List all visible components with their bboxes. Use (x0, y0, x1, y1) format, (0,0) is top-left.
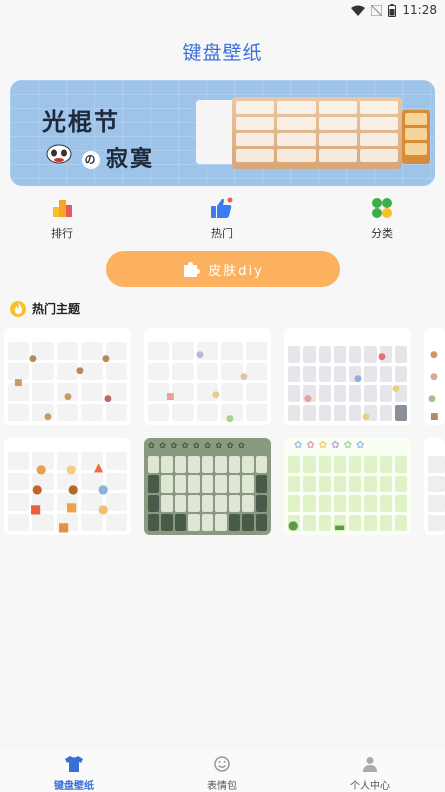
theme-thumbnail[interactable]: ✿ ✿ ✿ ✿ ✿ ✿ ✿ ✿ ✿ (144, 438, 271, 535)
theme-thumbnail[interactable]: ● ● ● ■ ● ● ● (4, 328, 131, 425)
battery-icon (388, 3, 397, 17)
nav-item-keyboard-wallpaper[interactable]: 键盘壁纸 (34, 756, 114, 792)
skin-diy-button[interactable]: 皮肤diy (106, 251, 340, 287)
thumbs-up-icon (211, 197, 233, 218)
nav-item-profile[interactable]: 个人中心 (330, 756, 410, 792)
wifi-icon (351, 5, 366, 16)
tshirt-icon (65, 756, 83, 772)
theme-thumbnail[interactable]: ● ● ▲ ● ● ● ■ ■ ● ■ (4, 438, 131, 535)
nav-label: 键盘壁纸 (54, 781, 94, 792)
puzzle-icon (184, 262, 201, 277)
status-time: 11:28 (402, 3, 437, 17)
nav-label: 表情包 (207, 781, 237, 792)
status-icons: 11:28 (351, 3, 437, 17)
category-label: 热门 (211, 227, 233, 240)
category-ranking[interactable]: 排行 (32, 196, 92, 241)
theme-thumbnail[interactable]: ● ● ■ ● ● (144, 328, 271, 425)
ranking-icon (53, 200, 72, 217)
skin-diy-label: 皮肤diy (208, 263, 264, 279)
smiley-icon (214, 756, 230, 772)
section-header: 热门主题 (10, 300, 80, 317)
category-label: 排行 (51, 227, 73, 240)
theme-thumbnail[interactable] (424, 438, 445, 535)
category-classify[interactable]: 分类 (352, 196, 412, 241)
theme-thumbnail[interactable]: ● ● ● ● ● (284, 328, 411, 425)
banner-keyboard-preview (232, 97, 402, 169)
panda-illustration (46, 144, 72, 164)
banner-card-preview (196, 100, 236, 164)
signal-icon (371, 4, 383, 16)
page-title: 键盘壁纸 (182, 42, 263, 64)
category-label: 分类 (371, 227, 393, 240)
section-title: 热门主题 (32, 302, 81, 316)
bottom-nav: 键盘壁纸 表情包 个人中心 (0, 750, 445, 792)
fire-icon (10, 300, 26, 317)
nav-item-stickers[interactable]: 表情包 (182, 756, 262, 792)
theme-thumbnail[interactable]: ● ● ● ■ (424, 328, 445, 425)
nav-label: 个人中心 (350, 781, 390, 792)
person-icon (363, 757, 377, 772)
promo-banner[interactable]: 光棍节 の寂寞 (10, 80, 435, 186)
status-bar: 11:28 (0, 0, 445, 22)
theme-thumbnail[interactable]: ✿✿✿✿✿✿ ● ▬ (284, 438, 411, 535)
category-row: 排行 热门 分类 (0, 196, 445, 240)
category-hot[interactable]: 热门 (192, 196, 252, 241)
banner-side-keys (402, 110, 430, 164)
clover-icon (372, 198, 392, 218)
